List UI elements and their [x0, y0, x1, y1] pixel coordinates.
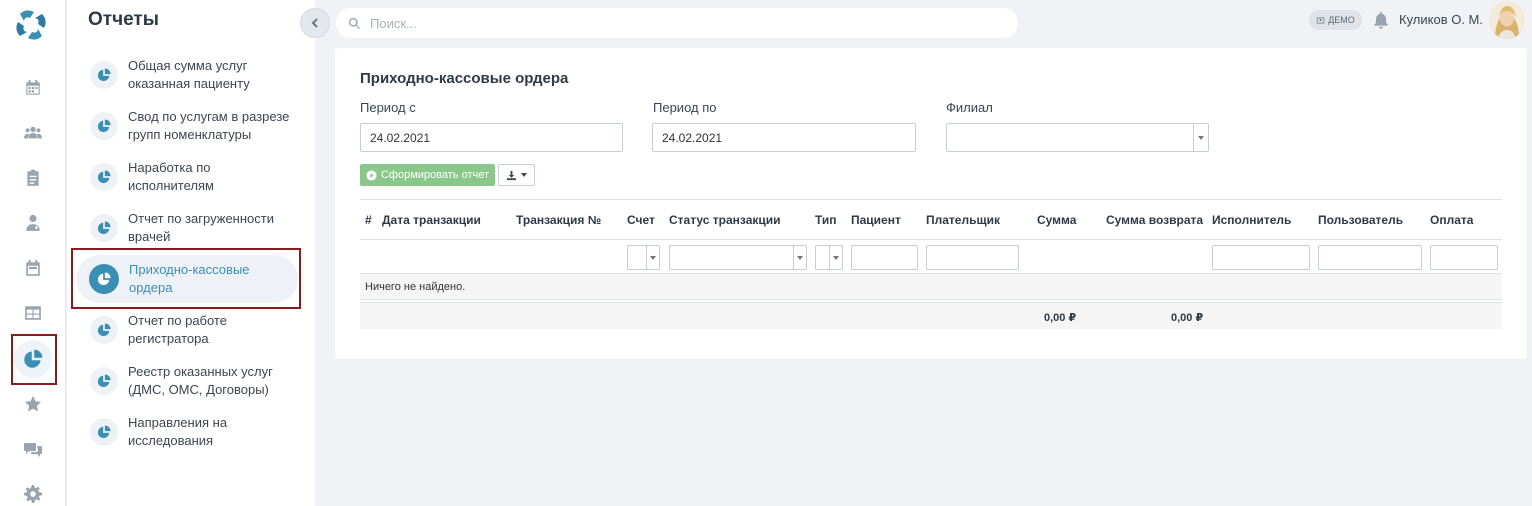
column-header[interactable]: Пользователь: [1318, 213, 1403, 227]
chevron-down-icon: [829, 246, 842, 269]
reports-pie-icon[interactable]: [11, 337, 55, 381]
report-title: Приходно-кассовые ордера: [360, 70, 569, 87]
notifications-bell-icon[interactable]: [1372, 11, 1390, 29]
search-icon: [348, 17, 361, 29]
reports-sidebar-title: Отчеты: [88, 9, 159, 30]
user-avatar[interactable]: [1489, 1, 1525, 39]
payment-filter-input[interactable]: [1430, 245, 1498, 270]
column-header[interactable]: #: [365, 213, 372, 227]
report-item-services-by-group[interactable]: Свод по услугам в разрезе групп номенклат…: [76, 102, 298, 150]
chevron-down-icon: [793, 246, 806, 269]
patient-filter-input[interactable]: [851, 245, 918, 270]
generate-report-label: Сформировать отчет: [380, 169, 490, 181]
table-filter-row: [360, 240, 1502, 274]
column-header[interactable]: Пациент: [851, 213, 901, 227]
search-bar[interactable]: [336, 8, 1018, 38]
report-item-services-registry[interactable]: Реестр оказанных услуг (ДМС, ОМС, Договор…: [76, 357, 298, 405]
pie-chart-icon: [89, 264, 119, 294]
column-header[interactable]: Транзакция №: [516, 213, 601, 227]
column-header[interactable]: Тип: [815, 213, 837, 227]
type-filter-select[interactable]: [815, 245, 843, 270]
report-item-label: Реестр оказанных услуг (ДМС, ОМС, Договор…: [128, 364, 273, 397]
pie-chart-icon: [90, 418, 118, 446]
branch-label: Филиал: [946, 100, 993, 115]
search-input[interactable]: [370, 15, 970, 31]
report-item-label: Свод по услугам в разрезе групп номенклат…: [128, 109, 290, 142]
payer-filter-input[interactable]: [926, 245, 1019, 270]
total-refund: 0,00 ₽: [1171, 312, 1204, 324]
pie-chart-icon: [90, 163, 118, 191]
account-filter-select[interactable]: [627, 245, 660, 270]
pie-chart-icon: [90, 112, 118, 140]
icon-rail: [0, 0, 66, 506]
collapse-sidebar-button[interactable]: [300, 8, 330, 38]
report-item-label: Общая сумма услуг оказанная пациенту: [128, 58, 250, 91]
report-item-research-referrals[interactable]: Направления на исследования: [76, 408, 298, 456]
pie-chart-icon: [90, 367, 118, 395]
pie-chart-icon: [90, 214, 118, 242]
report-item-label: Отчет по работе регистратора: [128, 313, 227, 346]
column-header[interactable]: Дата транзакции: [382, 213, 481, 227]
period-from-label: Период с: [360, 100, 416, 115]
performer-filter-input[interactable]: [1212, 245, 1310, 270]
report-item-label: Направления на исследования: [128, 415, 228, 448]
user-name[interactable]: Куликов О. М.: [1399, 12, 1483, 27]
chevron-down-icon: [646, 246, 659, 269]
report-item-registrar-work[interactable]: Отчет по работе регистратора: [76, 306, 298, 354]
column-header[interactable]: Плательщик: [926, 213, 1000, 227]
clipboard-icon[interactable]: [11, 156, 55, 200]
user-filter-input[interactable]: [1318, 245, 1422, 270]
demo-badge: ДЕМО: [1309, 10, 1362, 30]
export-dropdown-button[interactable]: [498, 164, 535, 186]
report-item-performers-output[interactable]: Наработка по исполнителям: [76, 153, 298, 201]
column-header[interactable]: Статус транзакции: [669, 213, 781, 227]
total-sum: 0,00 ₽: [1044, 312, 1077, 324]
demo-badge-label: ДЕМО: [1328, 15, 1355, 25]
reports-active-ring: [14, 340, 52, 378]
table-total-row: 0,00 ₽ 0,00 ₽: [360, 302, 1502, 329]
report-item-total-services[interactable]: Общая сумма услуг оказанная пациенту: [76, 51, 298, 99]
column-header[interactable]: Сумма: [1037, 213, 1076, 227]
column-header[interactable]: Сумма возврата: [1106, 213, 1203, 227]
chevron-left-icon: [311, 18, 318, 28]
report-item-label: Отчет по загруженности врачей: [128, 211, 274, 244]
generate-report-button[interactable]: Сформировать отчет: [360, 164, 495, 186]
report-item-cash-receipt-orders[interactable]: Приходно-кассовые ордера: [76, 255, 298, 303]
chevron-down-icon: [521, 173, 527, 177]
column-header[interactable]: Оплата: [1430, 213, 1473, 227]
period-from-input[interactable]: [360, 123, 623, 152]
report-card: Приходно-кассовые ордера Период с Период…: [335, 48, 1527, 359]
patients-icon[interactable]: [11, 111, 55, 155]
report-item-label: Приходно-кассовые ордера: [129, 262, 250, 295]
empty-result-row: Ничего не найдено.: [360, 274, 1502, 300]
calendar-icon[interactable]: [11, 66, 55, 110]
chat-icon[interactable]: [11, 427, 55, 471]
play-circle-icon: [366, 169, 377, 181]
period-to-label: Период по: [653, 100, 717, 115]
download-icon: [506, 170, 517, 180]
table-header-row: # Дата транзакции Транзакция № Счет Стат…: [360, 199, 1502, 240]
pie-chart-icon: [90, 316, 118, 344]
chevron-down-icon: [1193, 124, 1208, 151]
status-filter-select[interactable]: [669, 245, 807, 270]
settings-gear-icon[interactable]: [11, 472, 55, 506]
column-header[interactable]: Исполнитель: [1212, 213, 1291, 227]
reports-sidebar: Отчеты Общая сумма услуг оказанная пациен…: [67, 0, 315, 506]
demo-id-icon: [1316, 17, 1325, 23]
report-item-label: Наработка по исполнителям: [128, 160, 214, 193]
star-icon[interactable]: [11, 382, 55, 426]
column-header[interactable]: Счет: [627, 213, 655, 227]
pie-chart-icon: [90, 61, 118, 89]
app-logo-icon[interactable]: [12, 6, 50, 44]
period-to-input[interactable]: [652, 123, 916, 152]
doctor-icon[interactable]: [11, 201, 55, 245]
table-icon[interactable]: [11, 291, 55, 335]
branch-select[interactable]: [946, 123, 1209, 152]
schedule-icon[interactable]: [11, 246, 55, 290]
report-item-doctors-workload[interactable]: Отчет по загруженности врачей: [76, 204, 298, 252]
